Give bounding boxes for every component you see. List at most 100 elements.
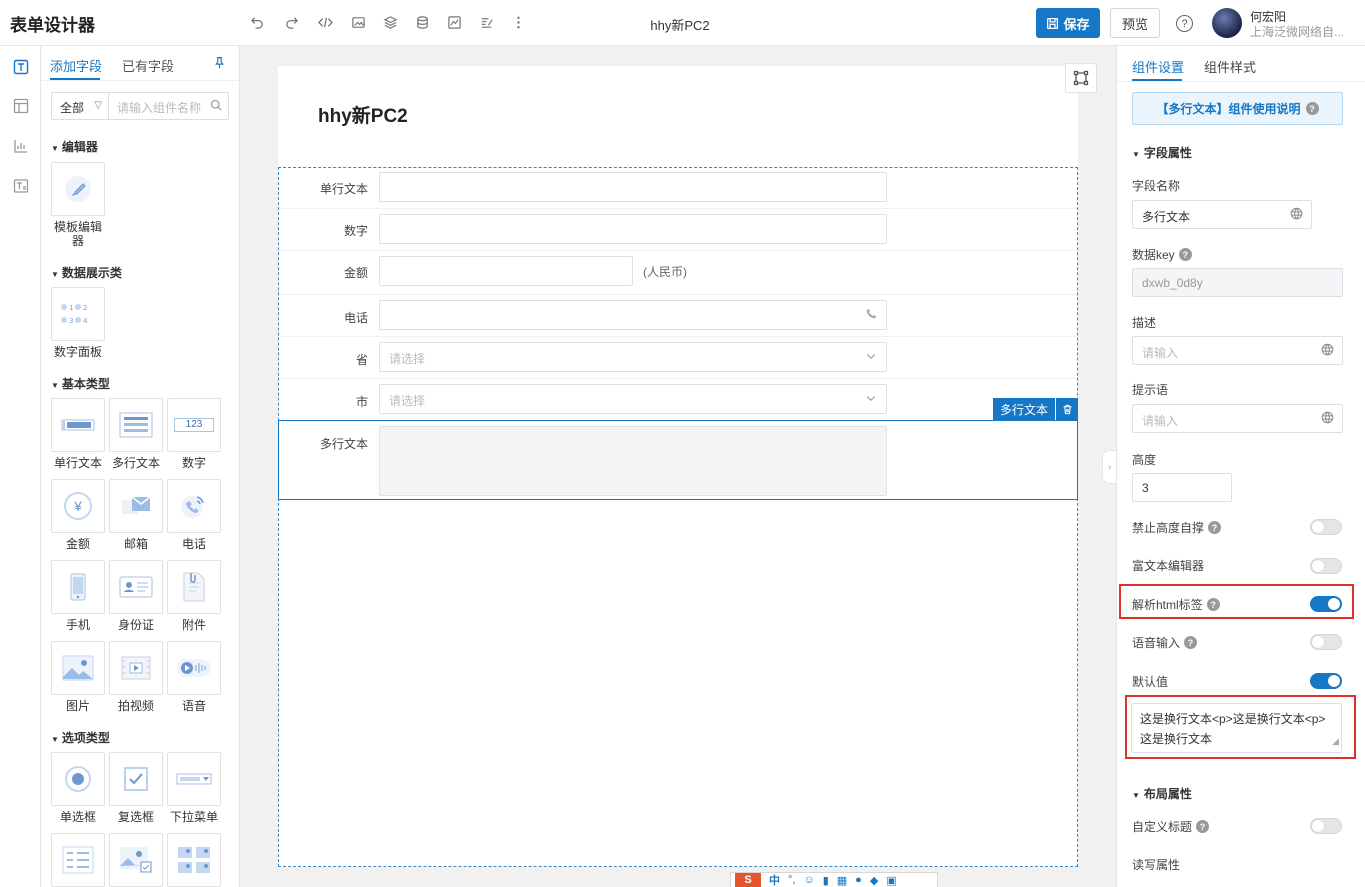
phone-input[interactable] xyxy=(379,300,887,330)
ime-toolbar[interactable]: S 中 °, ☺ ▮ ▦ ● ◆ ▣ xyxy=(730,872,938,887)
palette-item-radio[interactable]: 单选框 xyxy=(50,752,106,824)
category-filter-select[interactable]: 全部 ▽ xyxy=(51,92,109,120)
help-icon[interactable]: ? xyxy=(1178,248,1192,261)
single-line-icon xyxy=(51,398,105,452)
chart-icon[interactable] xyxy=(445,13,463,31)
help-icon[interactable]: ? xyxy=(1176,15,1193,32)
svg-text:4: 4 xyxy=(83,317,88,325)
single-line-input[interactable] xyxy=(379,172,887,202)
section-basic[interactable]: ▼ 基本类型 xyxy=(51,375,110,392)
palette-item-voice[interactable]: 语音 xyxy=(166,641,222,713)
preview-button[interactable]: 预览 xyxy=(1110,8,1160,38)
default-value-toggle[interactable] xyxy=(1310,673,1342,689)
multi-line-textarea[interactable] xyxy=(379,426,887,496)
palette-item-image-select[interactable] xyxy=(108,833,164,887)
help-icon[interactable]: ? xyxy=(1184,636,1198,649)
palette-item-dropdown[interactable]: 下拉菜单 xyxy=(166,752,222,824)
mobile-icon xyxy=(51,560,105,614)
palette-item-video[interactable]: 拍视频 xyxy=(108,641,164,713)
panel-collapse-handle[interactable]: › xyxy=(1102,450,1116,484)
height-input[interactable]: 3 xyxy=(1132,473,1232,502)
chevron-down-icon: ▽ xyxy=(94,100,102,111)
field-label: 市 xyxy=(355,395,368,409)
globe-icon[interactable] xyxy=(1321,411,1334,427)
height-label: 高度 xyxy=(1132,453,1157,467)
no-autosize-toggle[interactable] xyxy=(1310,519,1342,535)
palette-item-list-select[interactable] xyxy=(50,833,106,887)
province-select[interactable]: 请选择 xyxy=(379,342,887,372)
rich-text-toggle[interactable] xyxy=(1310,558,1342,574)
palette-item-attachment[interactable]: 附件 xyxy=(166,560,222,632)
layout-icon[interactable] xyxy=(12,97,30,115)
palette-item-label: 多行文本 xyxy=(111,456,160,470)
city-placeholder: 请选择 xyxy=(389,394,426,408)
search-icon xyxy=(210,99,222,114)
section-layout-properties[interactable]: ▼ 布局属性 xyxy=(1132,785,1192,802)
palette-item-email[interactable]: 邮箱 xyxy=(108,479,164,551)
palette-item-template-editor[interactable]: 模板编辑器 xyxy=(50,162,106,248)
section-data-display[interactable]: ▼ 数据展示类 xyxy=(51,264,122,281)
section-field-properties[interactable]: ▼ 字段属性 xyxy=(1132,144,1192,161)
globe-icon[interactable] xyxy=(1290,207,1303,223)
chevron-right-icon: › xyxy=(1107,461,1112,473)
section-editor[interactable]: ▼ 编辑器 xyxy=(51,138,98,155)
city-select[interactable]: 请选择 xyxy=(379,384,887,414)
tab-existing-field[interactable]: 已有字段 xyxy=(122,56,174,75)
form-title[interactable]: hhy新PC2 xyxy=(318,101,408,128)
tab-component-settings[interactable]: 组件设置 xyxy=(1132,57,1184,76)
component-search-input[interactable]: 请输入组件名称 xyxy=(109,92,229,120)
tab-add-field[interactable]: 添加字段 xyxy=(50,56,102,75)
undo-icon[interactable] xyxy=(248,13,266,31)
avatar[interactable] xyxy=(1212,8,1242,38)
field-name-input[interactable]: 多行文本 xyxy=(1132,200,1312,229)
palette-item-label: 语音 xyxy=(181,699,206,713)
code-icon[interactable] xyxy=(316,13,334,31)
palette-item-phone[interactable]: 电话 xyxy=(166,479,222,551)
ime-mode-label: 中 xyxy=(769,875,780,887)
field-name-label: 字段名称 xyxy=(1132,179,1181,193)
data-key-label: 数据key? xyxy=(1132,246,1192,263)
layers-icon[interactable] xyxy=(381,13,399,31)
palette-item-image-grid[interactable] xyxy=(166,833,222,887)
text-fields-icon[interactable] xyxy=(12,58,30,76)
fit-frame-icon[interactable] xyxy=(1065,63,1097,93)
amount-input[interactable] xyxy=(379,256,633,286)
redo-icon[interactable] xyxy=(282,13,300,31)
usage-guide-link[interactable]: 【多行文本】组件使用说明 ? xyxy=(1132,92,1343,125)
palette-item-checkbox[interactable]: 复选框 xyxy=(108,752,164,824)
help-icon[interactable]: ? xyxy=(1196,820,1210,833)
video-icon xyxy=(109,641,163,695)
selected-field-chip[interactable]: 多行文本 xyxy=(993,398,1055,420)
globe-icon[interactable] xyxy=(1321,343,1334,359)
data-key-input[interactable]: dxwb_0d8y xyxy=(1132,268,1343,297)
statistics-icon[interactable] xyxy=(12,137,30,155)
number-input[interactable] xyxy=(379,214,887,244)
palette-item-label: 复选框 xyxy=(117,810,154,824)
image-edit-icon[interactable] xyxy=(349,13,367,31)
palette-item-image[interactable]: 图片 xyxy=(50,641,106,713)
delete-field-button[interactable] xyxy=(1056,398,1078,420)
save-button[interactable]: 保存 xyxy=(1036,8,1100,38)
voice-input-toggle[interactable] xyxy=(1310,634,1342,650)
palette-item-amount[interactable]: ¥ 金额 xyxy=(50,479,106,551)
field-label: 单行文本 xyxy=(319,182,368,196)
pin-icon[interactable] xyxy=(213,56,226,72)
template-text-icon[interactable] xyxy=(12,177,30,195)
description-input[interactable]: 请输入 xyxy=(1132,336,1343,365)
palette-item-number[interactable]: 123 数字 xyxy=(166,398,222,470)
hint-input[interactable]: 请输入 xyxy=(1132,404,1343,433)
more-icon[interactable] xyxy=(509,13,527,31)
tab-component-style[interactable]: 组件样式 xyxy=(1204,57,1256,76)
trash-icon xyxy=(1062,404,1072,414)
custom-title-toggle[interactable] xyxy=(1310,818,1342,834)
palette-item-mobile[interactable]: 手机 xyxy=(50,560,106,632)
palette-item-id-card[interactable]: 身份证 xyxy=(108,560,164,632)
palette-item-number-panel[interactable]: 1 2 3 4 数字面板 xyxy=(50,287,106,359)
database-icon[interactable] xyxy=(413,13,431,31)
section-options[interactable]: ▼ 选项类型 xyxy=(51,729,110,746)
palette-item-single-line[interactable]: 单行文本 xyxy=(50,398,106,470)
help-icon[interactable]: ? xyxy=(1208,521,1222,534)
ime-keyboard-icon: ▦ xyxy=(836,874,848,887)
palette-item-multi-line[interactable]: 多行文本 xyxy=(108,398,164,470)
edit-doc-icon[interactable] xyxy=(477,13,495,31)
